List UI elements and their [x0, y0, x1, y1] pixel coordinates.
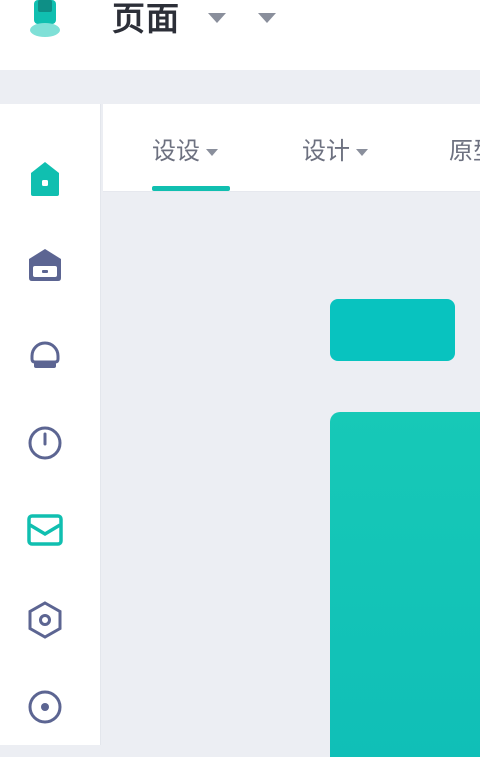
target-icon[interactable] [24, 686, 66, 728]
tab-prototype[interactable]: 原型 [449, 134, 480, 168]
sidebar [0, 104, 101, 745]
page-title: 页面 [112, 0, 180, 38]
tab-bar: 设设 设计 原型 [103, 104, 480, 192]
tab-label: 设计 [302, 137, 350, 165]
inbox-icon[interactable] [24, 244, 66, 286]
app-logo-icon[interactable] [30, 0, 60, 38]
home-icon[interactable] [24, 158, 66, 200]
chevron-down-icon [356, 148, 368, 156]
secondary-dropdown-icon[interactable] [258, 13, 276, 23]
header-separator [0, 70, 480, 104]
app-header: 页面 [0, 0, 480, 70]
primary-action-button[interactable] [330, 299, 455, 361]
settings-hexagon-icon[interactable] [24, 599, 66, 641]
tab-label: 原型 [449, 137, 480, 165]
tab-label: 设设 [152, 137, 200, 165]
profile-icon[interactable] [24, 332, 66, 374]
content-panel [330, 412, 480, 757]
active-tab-indicator [152, 186, 230, 191]
mail-icon[interactable] [24, 509, 66, 551]
chevron-down-icon [206, 148, 218, 156]
clock-icon[interactable] [24, 422, 66, 464]
tab-settings[interactable]: 设设 [152, 134, 218, 168]
title-dropdown-icon[interactable] [208, 13, 226, 23]
tab-design[interactable]: 设计 [302, 134, 368, 168]
